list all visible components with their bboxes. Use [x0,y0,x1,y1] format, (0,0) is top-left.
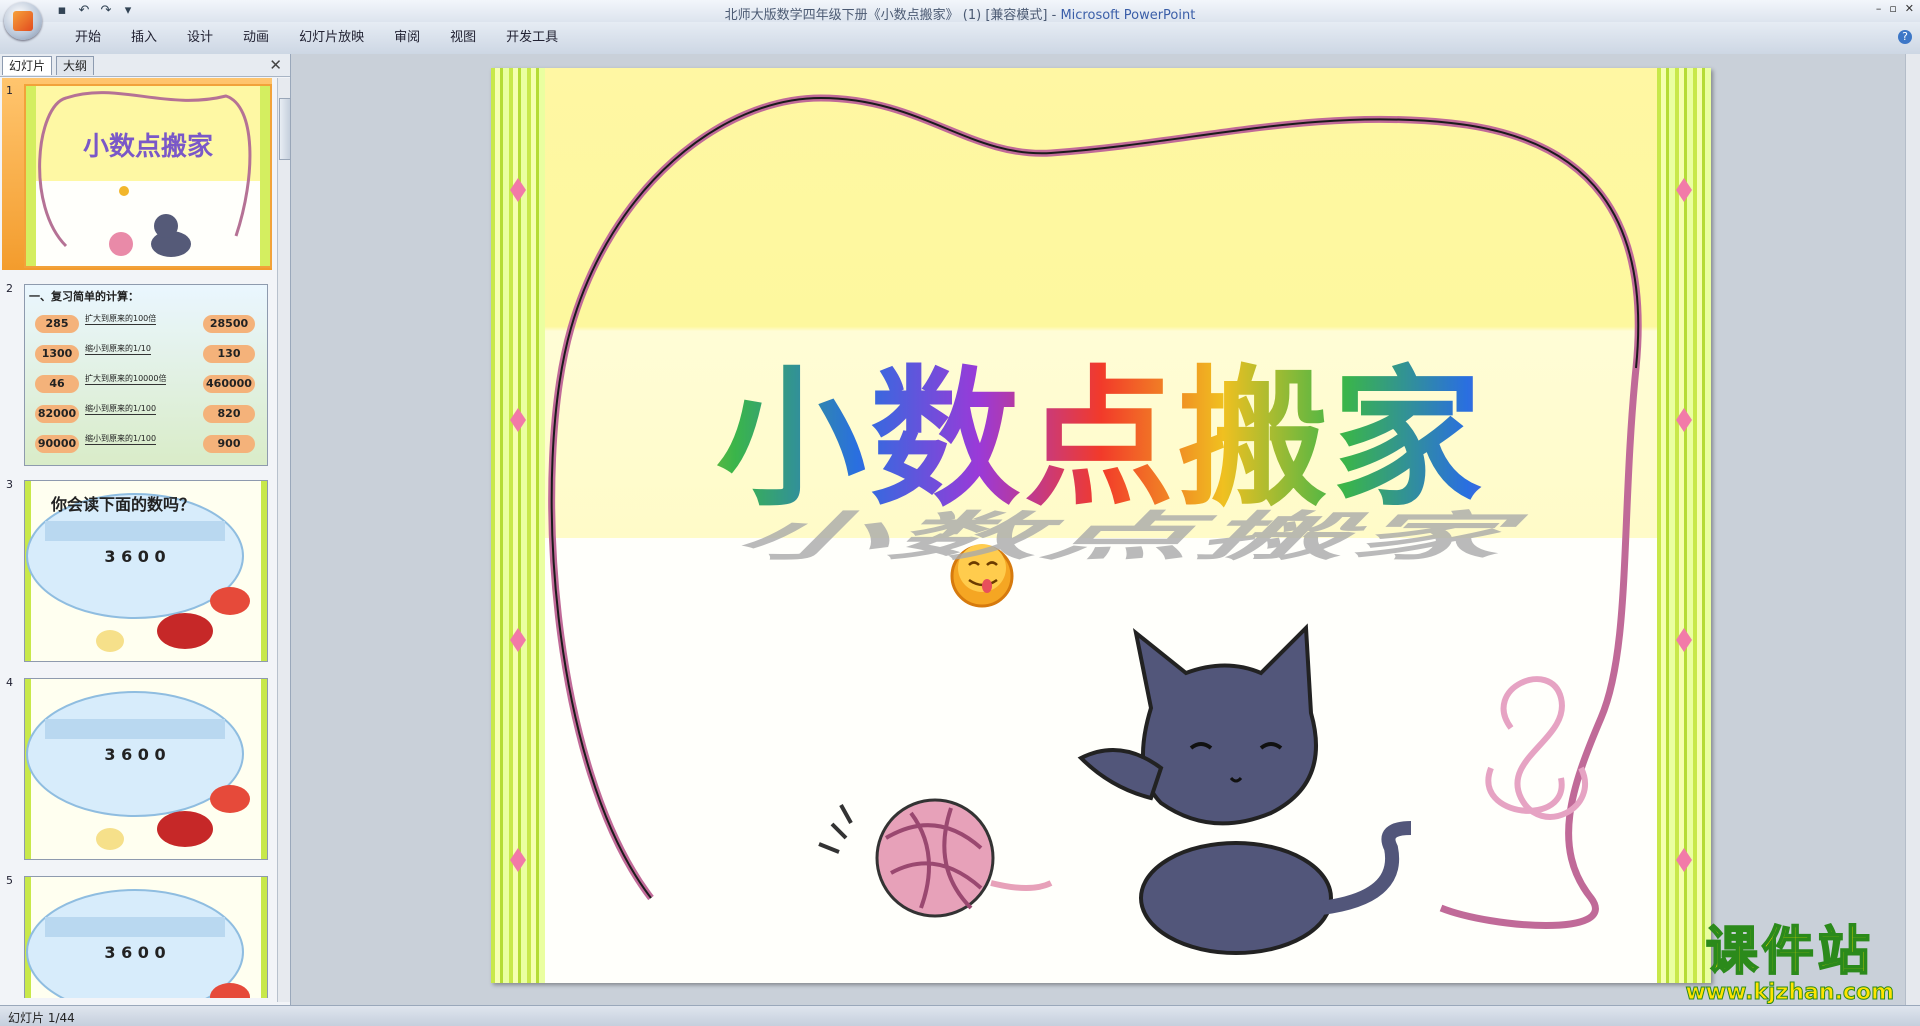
slides-panel: 幻灯片 大纲 ✕ 1 小数点搬家 2 一、复习简单的计算： 285 扩大到原来的… [0,54,291,1005]
tab-home[interactable]: 开始 [60,30,116,46]
scroll-thumb[interactable] [279,98,291,160]
panel-tabs: 幻灯片 大纲 ✕ [0,54,290,77]
row-right-value: 900 [203,435,255,453]
window-title: 北师大版数学四年级下册《小数点搬家》 (1) [兼容模式] - Microsof… [0,4,1920,23]
watermark-logo: 课件站 www.kjzhan.com [1685,922,1895,1006]
window-controls: – ▫ ✕ [1876,2,1914,15]
tab-outline[interactable]: 大纲 [56,56,95,75]
tab-slides[interactable]: 幻灯片 [2,56,53,75]
thumb-5-art [25,877,267,998]
close-icon[interactable]: ✕ [1905,2,1914,15]
office-logo-icon [13,11,33,31]
thumb-number: 2 [6,282,13,295]
minimize-icon[interactable]: – [1876,2,1882,15]
tab-design[interactable]: 设计 [172,30,228,46]
slide-title[interactable]: 小数点搬家 [491,318,1711,535]
thumb-number: 1 [6,84,13,97]
row-right-value: 460000 [203,375,255,393]
table-row: 285 扩大到原来的100倍 28500 [25,313,267,343]
thumb-4-art [25,679,267,859]
document-title: 北师大版数学四年级下册《小数点搬家》 (1) [兼容模式] - [724,8,1061,23]
row-operation: 扩大到原来的10000倍 [85,374,167,385]
tab-view[interactable]: 视图 [435,30,491,46]
panel-scrollbar[interactable] [277,78,291,1002]
current-slide[interactable]: 小数点搬家 小数点搬家 [491,68,1711,983]
thumb-2-heading: 一、复习简单的计算： [29,290,139,303]
thumb-3-question: 你会读下面的数吗？ [51,495,196,514]
help-icon[interactable]: ? [1898,30,1912,44]
status-bar: 幻灯片 1/44 [0,1005,1920,1026]
row-operation: 缩小到原来的1/100 [85,434,157,445]
thumbnail-list: 1 小数点搬家 2 一、复习简单的计算： 285 扩大到原来的100倍 2850… [0,78,276,998]
table-row: 1300 缩小到原来的1/10 130 [25,343,267,373]
close-panel-icon[interactable]: ✕ [269,56,282,74]
slide-thumbnail-4[interactable]: 3 6 0 0 [24,678,268,860]
watermark-url: www.kjzhan.com [1685,980,1895,1006]
watermark-brand: 课件站 [1705,922,1874,982]
row-operation: 扩大到原来的100倍 [85,314,157,325]
office-button[interactable] [4,2,42,40]
thumb-number: 5 [6,874,13,887]
app-name: Microsoft PowerPoint [1060,8,1196,23]
thumb-4-number: 3 6 0 0 [104,745,166,764]
row-operation: 缩小到原来的1/100 [85,404,157,415]
tab-animation[interactable]: 动画 [228,30,284,46]
restore-icon[interactable]: ▫ [1889,2,1896,15]
slide-thumbnail-5[interactable]: 3 6 0 0 [24,876,268,998]
tab-developer[interactable]: 开发工具 [491,30,573,46]
tab-slideshow[interactable]: 幻灯片放映 [284,30,379,46]
slide-thumbnail-3[interactable]: 你会读下面的数吗？ 3 6 0 0 [24,480,268,662]
row-operation: 缩小到原来的1/10 [85,344,151,355]
table-row: 46 扩大到原来的10000倍 460000 [25,373,267,403]
thumb-2-rows: 285 扩大到原来的100倍 28500 1300 缩小到原来的1/10 130… [25,313,267,463]
vertical-scrollbar[interactable] [1905,54,1920,1005]
table-row: 82000 缩小到原来的1/100 820 [25,403,267,433]
table-row: 90000 缩小到原来的1/100 900 [25,433,267,463]
title-bar: ▪ ↶ ↷ ▾ 北师大版数学四年级下册《小数点搬家》 (1) [兼容模式] - … [0,0,1920,23]
ribbon-tabs: 开始 插入 设计 动画 幻灯片放映 审阅 视图 开发工具 [60,30,573,46]
thumb-number: 4 [6,676,13,689]
tab-review[interactable]: 审阅 [379,30,435,46]
ribbon: 开始 插入 设计 动画 幻灯片放映 审阅 视图 开发工具 ? [0,22,1920,55]
tab-insert[interactable]: 插入 [116,30,172,46]
row-right-value: 28500 [203,315,255,333]
slide-counter: 幻灯片 1/44 [8,1011,75,1025]
thumb-3-number: 3 6 0 0 [104,547,166,566]
slide-thumbnail-2[interactable]: 一、复习简单的计算： 285 扩大到原来的100倍 28500 1300 缩小到… [24,284,268,466]
thumb-1-art [26,86,270,266]
row-left-value: 46 [35,375,79,393]
row-left-value: 1300 [35,345,79,363]
row-right-value: 130 [203,345,255,363]
thumb-number: 3 [6,478,13,491]
thumb-5-number: 3 6 0 0 [104,943,166,962]
row-right-value: 820 [203,405,255,423]
slide-thumbnail-1[interactable]: 小数点搬家 [24,84,272,268]
row-left-value: 90000 [35,435,79,453]
thumb-1-title: 小数点搬家 [82,132,213,162]
row-left-value: 82000 [35,405,79,423]
row-left-value: 285 [35,315,79,333]
